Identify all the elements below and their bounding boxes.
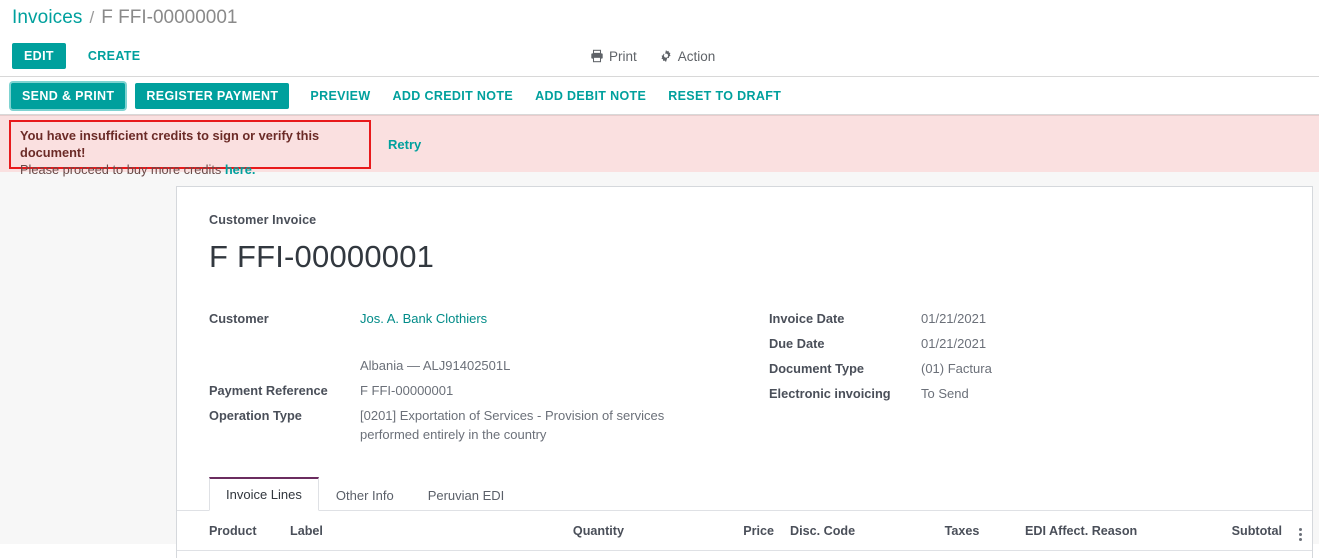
field-invoice-date: Invoice Date 01/21/2021 — [769, 309, 1199, 328]
record-toolbar: Print Action — [590, 49, 715, 64]
retry-link[interactable]: Retry — [388, 137, 421, 152]
add-credit-note-button[interactable]: ADD CREDIT NOTE — [382, 83, 525, 109]
field-customer-address: Albania — ALJ91402501L — [209, 356, 769, 375]
tab-peruvian-edi[interactable]: Peruvian EDI — [411, 478, 522, 511]
notebook-tabs: Invoice Lines Other Info Peruvian EDI — [177, 476, 1312, 511]
invoice-fields: Customer Jos. A. Bank Clothiers Albania … — [209, 309, 1280, 450]
alert-message-box: You have insufficient credits to sign or… — [9, 119, 371, 177]
cell-quantity[interactable]: 1.00 — [432, 550, 632, 558]
field-label: Payment Reference — [209, 383, 328, 398]
table-header-row: Product Label Quantity Price Disc. Code … — [177, 511, 1312, 551]
field-electronic-invoicing: Electronic invoicing To Send — [769, 384, 1199, 403]
column-header-disc-code[interactable]: Disc. Code — [782, 511, 907, 551]
field-operation-type: Operation Type [0201] Exportation of Ser… — [209, 406, 769, 444]
cell-edi-affect-reason[interactable]: Exportation — [1017, 550, 1197, 558]
column-header-label[interactable]: Label — [282, 511, 432, 551]
create-button[interactable]: CREATE — [78, 43, 151, 69]
field-due-date: Due Date 01/21/2021 — [769, 334, 1199, 353]
cell-taxes[interactable]: 0% EXP — [907, 550, 1017, 558]
column-header-edi-affect-reason[interactable]: EDI Affect. Reason — [1017, 511, 1197, 551]
field-document-type: Document Type (01) Factura — [769, 359, 1199, 378]
add-debit-note-button[interactable]: ADD DEBIT NOTE — [524, 83, 657, 109]
field-value-customer[interactable]: Jos. A. Bank Clothiers — [360, 309, 487, 328]
print-label: Print — [609, 48, 637, 64]
alert-message: Please proceed to buy more credits here. — [20, 161, 360, 179]
field-value-due-date: 01/21/2021 — [921, 336, 987, 351]
alert-message-text: Please proceed to buy more credits — [20, 161, 225, 177]
table-row[interactable]: newp newp 1.00 1.00 0% EXP Exportation S… — [177, 550, 1312, 558]
field-customer: Customer Jos. A. Bank Clothiers — [209, 309, 769, 328]
field-value-document-type: (01) Factura — [921, 361, 992, 376]
vertical-dots-icon[interactable] — [1298, 528, 1302, 541]
send-and-print-button[interactable]: SEND & PRINT — [11, 82, 126, 109]
credits-alert-banner: You have insufficient credits to sign or… — [0, 115, 1319, 177]
column-header-quantity[interactable]: Quantity — [432, 511, 632, 551]
field-payment-reference: Payment Reference F FFI-00000001 — [209, 381, 769, 400]
record-control-bar: EDIT CREATE Print Action — [0, 36, 1319, 76]
gear-icon — [659, 49, 673, 63]
printer-icon — [590, 49, 604, 63]
cell-options — [1290, 550, 1312, 558]
alert-title: You have insufficient credits to sign or… — [20, 127, 320, 160]
print-menu-button[interactable]: Print — [590, 49, 637, 64]
cell-disc-code[interactable] — [782, 550, 907, 558]
preview-button[interactable]: PREVIEW — [299, 83, 381, 109]
register-payment-button[interactable]: REGISTER PAYMENT — [135, 82, 290, 109]
breadcrumb-root-invoices[interactable]: Invoices — [12, 7, 83, 29]
page-background: Customer Invoice F FFI-00000001 Customer… — [0, 172, 1319, 558]
breadcrumb-separator: / — [89, 8, 95, 27]
column-header-price[interactable]: Price — [632, 511, 782, 551]
reset-to-draft-button[interactable]: RESET TO DRAFT — [657, 83, 792, 109]
tab-invoice-lines[interactable]: Invoice Lines — [209, 477, 319, 511]
field-value-electronic-invoicing: To Send — [921, 386, 969, 401]
field-label: Due Date — [769, 336, 825, 351]
field-label: Invoice Date — [769, 311, 845, 326]
breadcrumb: Invoices / F FFI-00000001 — [0, 0, 1319, 36]
column-header-taxes[interactable]: Taxes — [907, 511, 1017, 551]
field-value-address: Albania — ALJ91402501L — [360, 358, 511, 373]
cell-product[interactable]: newp — [177, 550, 282, 558]
workflow-action-bar: SEND & PRINT REGISTER PAYMENT PREVIEW AD… — [0, 77, 1319, 114]
action-menu-button[interactable]: Action — [659, 48, 716, 64]
field-value-payment-reference: F FFI-00000001 — [360, 383, 454, 398]
field-value-invoice-date: 01/21/2021 — [921, 311, 987, 326]
column-options-toggle[interactable] — [1290, 511, 1312, 551]
invoice-lines-table: Product Label Quantity Price Disc. Code … — [177, 511, 1312, 558]
cell-price[interactable]: 1.00 — [632, 550, 782, 558]
tab-other-info[interactable]: Other Info — [319, 478, 411, 511]
invoice-form-sheet: Customer Invoice F FFI-00000001 Customer… — [176, 186, 1313, 558]
cell-subtotal[interactable]: S/ 1.00 — [1197, 550, 1290, 558]
invoice-fields-left: Customer Jos. A. Bank Clothiers Albania … — [209, 309, 769, 450]
breadcrumb-current-record: F FFI-00000001 — [101, 7, 238, 28]
edit-button[interactable]: EDIT — [12, 43, 66, 69]
document-kind-label: Customer Invoice — [209, 213, 317, 227]
field-gap — [209, 334, 769, 356]
column-header-product[interactable]: Product — [177, 511, 282, 551]
field-label: Document Type — [769, 361, 865, 376]
page-title: F FFI-00000001 — [209, 239, 435, 274]
field-label: Operation Type — [209, 408, 302, 423]
field-label: Customer — [209, 311, 269, 326]
invoice-fields-right: Invoice Date 01/21/2021 Due Date 01/21/2… — [769, 309, 1199, 450]
buy-credits-link[interactable]: here. — [225, 162, 256, 177]
cell-label[interactable]: newp — [282, 550, 432, 558]
action-label: Action — [677, 48, 716, 64]
column-header-subtotal[interactable]: Subtotal — [1197, 511, 1290, 551]
field-value-operation-type: [0201] Exportation of Services - Provisi… — [360, 408, 665, 442]
field-label: Electronic invoicing — [769, 386, 891, 401]
